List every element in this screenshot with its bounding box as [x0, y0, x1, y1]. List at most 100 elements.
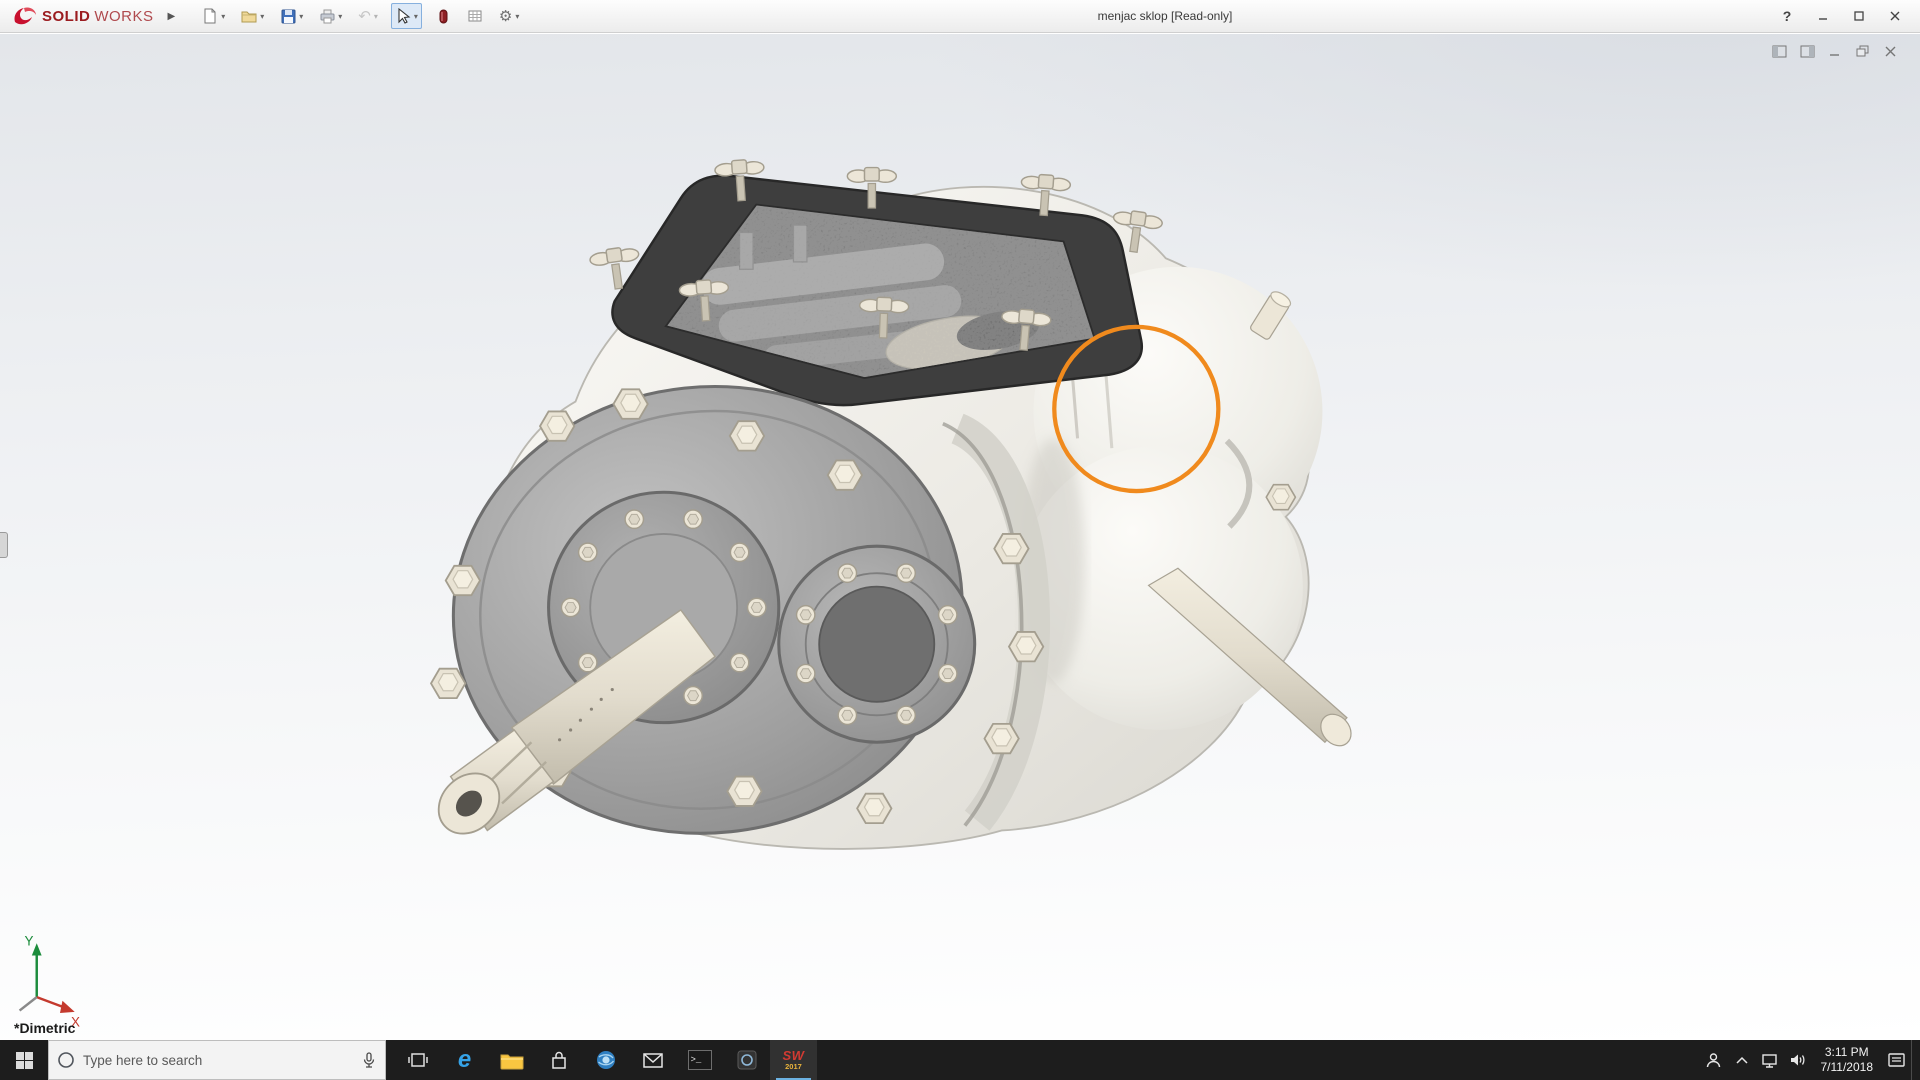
- y-axis-label: Y: [24, 934, 33, 949]
- save-floppy-icon: [281, 9, 296, 24]
- app-icon: [737, 1050, 756, 1070]
- edge-button[interactable]: e: [441, 1040, 488, 1080]
- action-center-icon: [1887, 1052, 1905, 1067]
- chevron-up-icon: [1735, 1056, 1748, 1064]
- side-cover[interactable]: [777, 544, 977, 744]
- new-document-icon: [204, 8, 216, 24]
- network-button[interactable]: [1757, 1040, 1783, 1080]
- clock-date: 7/11/2018: [1820, 1060, 1874, 1074]
- printer-icon: [320, 9, 335, 24]
- solidworks-taskbar-button[interactable]: SW 2017: [770, 1040, 817, 1080]
- app-button[interactable]: [723, 1040, 770, 1080]
- pane-right-icon: [1800, 45, 1814, 57]
- taskbar-search-box[interactable]: [48, 1040, 386, 1080]
- view-orientation-label: *Dimetric: [14, 1020, 76, 1036]
- pane-left-icon: [1772, 45, 1786, 57]
- doc-minimize-icon: [1830, 53, 1839, 56]
- search-input[interactable]: [83, 1052, 353, 1068]
- pane-left-button[interactable]: [1768, 42, 1790, 60]
- help-icon: ?: [1782, 8, 1792, 24]
- clock-time: 3:11 PM: [1824, 1045, 1869, 1059]
- pane-right-button[interactable]: [1796, 42, 1818, 60]
- doc-close-button[interactable]: [1880, 42, 1902, 60]
- select-tool-button[interactable]: ▾: [390, 3, 422, 29]
- browser-globe-icon: [596, 1051, 615, 1069]
- network-icon: [1761, 1053, 1777, 1068]
- close-button[interactable]: [1880, 5, 1910, 27]
- system-tray: 3:11 PM 7/11/2018: [1701, 1040, 1920, 1080]
- terminal-button[interactable]: >_: [676, 1040, 723, 1080]
- windows-taskbar: e >_: [0, 1040, 1920, 1080]
- file-explorer-button[interactable]: [488, 1040, 535, 1080]
- help-button[interactable]: ?: [1772, 5, 1802, 27]
- brand-text-works: WORKS: [94, 7, 154, 25]
- microphone-icon[interactable]: [361, 1051, 377, 1069]
- dropdown-caret-icon[interactable]: ▾: [221, 12, 225, 21]
- solidworks-app-icon: SW 2017: [782, 1048, 805, 1072]
- document-window-controls: [1768, 42, 1902, 60]
- side-hex-bolt[interactable]: [1265, 483, 1297, 511]
- brand-text-solid: SOLID: [42, 7, 91, 25]
- gear-icon: ⚙: [498, 8, 513, 25]
- print-button[interactable]: ▾: [316, 3, 345, 29]
- table-tool-button[interactable]: [464, 3, 486, 29]
- undo-icon: ↶: [358, 8, 371, 25]
- dropdown-caret-icon[interactable]: ▾: [299, 12, 303, 21]
- doc-close-icon: [1885, 46, 1896, 56]
- table-icon: [468, 10, 482, 22]
- volume-button[interactable]: [1785, 1040, 1811, 1080]
- options-button[interactable]: ⚙ ▾: [496, 3, 522, 29]
- windows-logo-icon: [15, 1051, 33, 1069]
- window-controls: ?: [1772, 5, 1920, 27]
- taskbar-clock[interactable]: 3:11 PM 7/11/2018: [1813, 1045, 1882, 1075]
- terminal-icon: >_: [687, 1050, 712, 1070]
- tray-overflow-button[interactable]: [1729, 1040, 1755, 1080]
- dropdown-caret-icon[interactable]: ▾: [374, 12, 378, 21]
- store-button[interactable]: [535, 1040, 582, 1080]
- titlebar: SOLID WORKS ▶ ▾ ▾ ▾ ▾ ↶ ▾ ▾ ⚙ ▾ menjac s…: [0, 0, 1920, 33]
- ds-swoosh-icon: [14, 7, 36, 25]
- taskbar-apps: e >_ SW 2017: [394, 1040, 817, 1080]
- gearbox-3d-model[interactable]: Y X: [0, 34, 1920, 1040]
- dropdown-caret-icon[interactable]: ▾: [338, 12, 342, 21]
- close-icon: [1890, 11, 1900, 21]
- window-title: menjac sklop [Read-only]: [1097, 9, 1233, 23]
- select-cursor-icon: [398, 8, 411, 24]
- dropdown-caret-icon[interactable]: ▾: [515, 12, 519, 21]
- people-button[interactable]: [1701, 1040, 1727, 1080]
- open-document-button[interactable]: ▾: [238, 3, 267, 29]
- minimize-button[interactable]: [1808, 5, 1838, 27]
- browser-button[interactable]: [582, 1040, 629, 1080]
- store-bag-icon: [551, 1051, 566, 1069]
- person-icon: [1706, 1052, 1721, 1067]
- show-desktop-button[interactable]: [1911, 1040, 1916, 1080]
- doc-minimize-button[interactable]: [1824, 42, 1846, 60]
- orientation-triad: Y X: [18, 934, 80, 1030]
- dropdown-caret-icon[interactable]: ▾: [260, 12, 264, 21]
- task-view-icon: [407, 1053, 428, 1067]
- solidworks-logo: SOLID WORKS: [0, 6, 162, 26]
- red-cylinder-icon: [439, 9, 448, 24]
- maximize-button[interactable]: [1844, 5, 1874, 27]
- file-explorer-icon: [500, 1054, 523, 1070]
- appearance-tool-button[interactable]: [432, 3, 454, 29]
- mail-envelope-icon: [642, 1053, 663, 1068]
- quick-access-toolbar: ▾ ▾ ▾ ▾ ↶ ▾ ▾ ⚙ ▾: [199, 3, 522, 29]
- task-view-button[interactable]: [394, 1040, 441, 1080]
- save-button[interactable]: ▾: [277, 3, 306, 29]
- action-center-button[interactable]: [1883, 1040, 1909, 1080]
- toolbar-flyout-arrow-icon[interactable]: ▶: [162, 9, 182, 24]
- graphics-viewport[interactable]: Y X *Dimetric: [0, 34, 1920, 1040]
- new-document-button[interactable]: ▾: [199, 3, 228, 29]
- volume-icon: [1790, 1054, 1804, 1066]
- open-folder-icon: [241, 11, 257, 23]
- doc-restore-button[interactable]: [1852, 42, 1874, 60]
- edge-icon: e: [457, 1046, 472, 1073]
- doc-restore-icon: [1856, 45, 1869, 56]
- cortana-icon: [58, 1052, 74, 1068]
- mail-button[interactable]: [629, 1040, 676, 1080]
- minimize-icon: [1819, 18, 1827, 20]
- undo-button[interactable]: ↶ ▾: [355, 3, 381, 29]
- dropdown-caret-icon[interactable]: ▾: [414, 12, 418, 21]
- start-button[interactable]: [0, 1040, 48, 1080]
